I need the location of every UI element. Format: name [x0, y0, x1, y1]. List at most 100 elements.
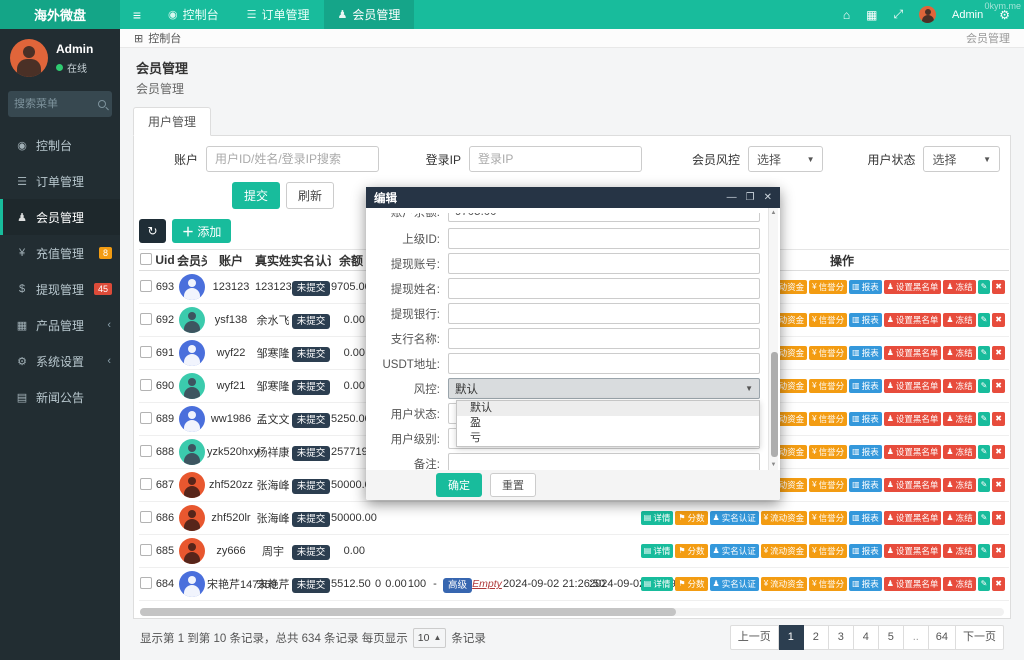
row-checkbox[interactable]	[140, 313, 152, 325]
trash-icon[interactable]: ▦	[866, 8, 877, 22]
sidebar-item-产品管理[interactable]: ▦产品管理‹	[0, 307, 120, 343]
liquid-funds-button[interactable]: ¥流动资金	[761, 577, 807, 592]
edit-button[interactable]: ✎	[978, 577, 991, 591]
credit-score-button[interactable]: ¥信誉分	[809, 412, 847, 427]
add-button[interactable]: ＋ 添加	[172, 219, 231, 243]
report-button[interactable]: ▥报表	[849, 346, 882, 361]
score-button[interactable]: ⚑分数	[675, 577, 707, 592]
report-button[interactable]: ▥报表	[849, 445, 882, 460]
set-blacklist-button[interactable]: ♟设置黑名单	[884, 445, 942, 460]
liquid-funds-button[interactable]: ¥流动资金	[761, 511, 807, 526]
sidebar-item-充值管理[interactable]: ¥充值管理8	[0, 235, 120, 271]
set-blacklist-button[interactable]: ♟设置黑名单	[884, 379, 942, 394]
sidebar-search-input[interactable]	[14, 98, 98, 110]
delete-button[interactable]: ✖	[992, 544, 1005, 558]
row-checkbox[interactable]	[140, 280, 152, 292]
delete-button[interactable]: ✖	[992, 445, 1005, 459]
set-blacklist-button[interactable]: ♟设置黑名单	[884, 412, 942, 427]
freeze-button[interactable]: ♟冻结	[943, 478, 975, 493]
credit-score-button[interactable]: ¥信誉分	[809, 379, 847, 394]
set-blacklist-button[interactable]: ♟设置黑名单	[884, 544, 942, 559]
report-button[interactable]: ▥报表	[849, 280, 882, 295]
realname-auth-button[interactable]: ♟实名认证	[710, 511, 759, 526]
sidebar-item-控制台[interactable]: ◉控制台	[0, 127, 120, 163]
modal-input[interactable]	[448, 453, 760, 470]
credit-score-button[interactable]: ¥信誉分	[809, 544, 847, 559]
credit-score-button[interactable]: ¥信誉分	[809, 478, 847, 493]
credit-score-button[interactable]: ¥信誉分	[809, 577, 847, 592]
page-button-1[interactable]: 1	[779, 625, 804, 650]
sidebar-item-提现管理[interactable]: $提现管理45	[0, 271, 120, 307]
nav-item-订单管理[interactable]: ☰订单管理	[233, 0, 324, 29]
maximize-icon[interactable]: ❐	[746, 193, 755, 203]
delete-button[interactable]: ✖	[992, 379, 1005, 393]
select-all-checkbox[interactable]	[140, 253, 152, 265]
scrollbar-thumb[interactable]	[140, 608, 676, 616]
page-button-64[interactable]: 64	[929, 625, 956, 650]
edit-button[interactable]: ✎	[978, 445, 991, 459]
nav-item-会员管理[interactable]: ♟会员管理	[324, 0, 415, 29]
per-page-select[interactable]: 10▲	[413, 628, 447, 648]
modal-input[interactable]	[448, 228, 760, 249]
set-blacklist-button[interactable]: ♟设置黑名单	[884, 478, 942, 493]
freeze-button[interactable]: ♟冻结	[943, 511, 975, 526]
row-checkbox[interactable]	[140, 478, 152, 490]
credit-score-button[interactable]: ¥信誉分	[809, 346, 847, 361]
report-button[interactable]: ▥报表	[849, 544, 882, 559]
set-blacklist-button[interactable]: ♟设置黑名单	[884, 280, 942, 295]
freeze-button[interactable]: ♟冻结	[943, 280, 975, 295]
edit-button[interactable]: ✎	[978, 511, 991, 525]
edit-button[interactable]: ✎	[978, 313, 991, 327]
modal-input[interactable]	[448, 328, 760, 349]
page-button-3[interactable]: 3	[829, 625, 854, 650]
search-icon[interactable]	[98, 100, 106, 108]
account-filter-input[interactable]	[206, 146, 379, 172]
edit-button[interactable]: ✎	[978, 280, 991, 294]
prev-page-button[interactable]: 上一页	[730, 625, 779, 650]
report-button[interactable]: ▥报表	[849, 313, 882, 328]
refresh-button[interactable]: 刷新	[286, 182, 334, 209]
realname-auth-button[interactable]: ♟实名认证	[710, 544, 759, 559]
report-button[interactable]: ▥报表	[849, 379, 882, 394]
risk-filter-select[interactable]: 选择▼	[748, 146, 823, 172]
tab-user-management[interactable]: 用户管理	[133, 107, 211, 136]
credit-score-button[interactable]: ¥信誉分	[809, 511, 847, 526]
row-checkbox[interactable]	[140, 544, 152, 556]
minimize-icon[interactable]: —	[727, 193, 737, 203]
sidebar-item-会员管理[interactable]: ♟会员管理	[0, 199, 120, 235]
set-blacklist-button[interactable]: ♟设置黑名单	[884, 577, 942, 592]
freeze-button[interactable]: ♟冻结	[943, 313, 975, 328]
nav-item-控制台[interactable]: ◉控制台	[154, 0, 233, 29]
credit-score-button[interactable]: ¥信誉分	[809, 280, 847, 295]
dropdown-option-盈[interactable]: 盈	[457, 416, 759, 431]
hamburger-icon[interactable]: ≡	[120, 0, 154, 29]
freeze-button[interactable]: ♟冻结	[943, 445, 975, 460]
delete-button[interactable]: ✖	[992, 346, 1005, 360]
realname-auth-button[interactable]: ♟实名认证	[710, 577, 759, 592]
delete-button[interactable]: ✖	[992, 577, 1005, 591]
modal-scrollbar[interactable]: ▲ ▼	[768, 208, 778, 470]
score-button[interactable]: ⚑分数	[675, 511, 707, 526]
modal-input[interactable]	[448, 278, 760, 299]
modal-input[interactable]	[448, 353, 760, 374]
modal-input[interactable]	[448, 303, 760, 324]
home-icon[interactable]: ⌂	[843, 8, 850, 22]
reload-button[interactable]: ↻	[139, 219, 166, 243]
page-button-4[interactable]: 4	[854, 625, 879, 650]
credit-score-button[interactable]: ¥信誉分	[809, 445, 847, 460]
scroll-up-icon[interactable]: ▲	[769, 210, 778, 216]
set-blacklist-button[interactable]: ♟设置黑名单	[884, 313, 942, 328]
details-button[interactable]: ▤详情	[641, 511, 674, 526]
modal-scrollbar-thumb[interactable]	[771, 352, 778, 457]
modal-header[interactable]: 编辑 — ❐ ✕	[366, 187, 780, 208]
sidebar-item-订单管理[interactable]: ☰订单管理	[0, 163, 120, 199]
edit-button[interactable]: ✎	[978, 412, 991, 426]
edit-button[interactable]: ✎	[978, 379, 991, 393]
navbar-avatar[interactable]	[919, 6, 936, 23]
sidebar-item-新闻公告[interactable]: ▤新闻公告	[0, 379, 120, 415]
fullscreen-icon[interactable]: ⤢	[893, 7, 903, 22]
freeze-button[interactable]: ♟冻结	[943, 544, 975, 559]
edit-button[interactable]: ✎	[978, 346, 991, 360]
delete-button[interactable]: ✖	[992, 478, 1005, 492]
page-button-2[interactable]: 2	[804, 625, 829, 650]
